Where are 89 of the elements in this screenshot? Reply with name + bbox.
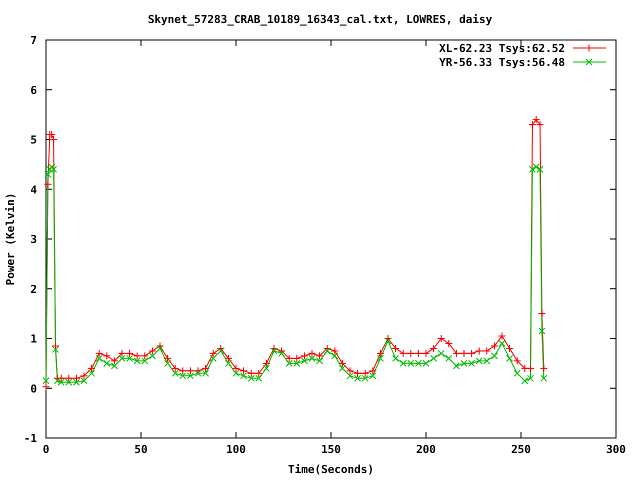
plus-marker — [254, 369, 263, 378]
x-tick-label: 50 — [134, 443, 148, 456]
plus-marker — [482, 346, 491, 355]
cross-marker — [224, 360, 232, 367]
plus-marker — [444, 339, 453, 348]
cross-marker — [384, 338, 392, 344]
y-tick-label: 6 — [30, 84, 37, 97]
x-axis-label: Time(Seconds) — [288, 463, 374, 476]
x-tick-label: 300 — [606, 443, 626, 456]
plus-marker — [528, 120, 536, 129]
plus-marker — [88, 364, 96, 372]
plus-marker — [52, 342, 60, 350]
cross-marker — [498, 340, 506, 347]
plus-marker — [338, 359, 346, 368]
legend-label: YR-56.33 Tsys:56.48 — [439, 56, 565, 69]
y-tick-label: 0 — [30, 382, 37, 396]
plus-marker — [64, 374, 73, 382]
plus-marker — [316, 352, 324, 360]
plus-marker — [300, 352, 308, 360]
plus-marker — [57, 374, 66, 382]
plus-marker — [209, 349, 218, 358]
y-tick-label: 1 — [30, 332, 37, 346]
legend-label: XL-62.23 Tsys:62.52 — [439, 42, 565, 55]
plus-marker — [513, 356, 522, 365]
plus-marker — [262, 359, 270, 368]
plus-marker — [278, 346, 286, 355]
plus-marker — [178, 366, 187, 375]
x-tick-label: 250 — [511, 443, 531, 456]
plus-marker — [532, 116, 540, 124]
cross-marker — [52, 346, 59, 353]
plus-marker — [376, 349, 384, 358]
x-tick-label: 200 — [416, 443, 436, 456]
cross-marker — [506, 354, 514, 362]
plus-marker — [452, 349, 460, 358]
plus-marker — [475, 346, 484, 355]
plus-marker — [126, 349, 134, 358]
plus-marker — [361, 369, 370, 378]
y-tick-label: 7 — [30, 34, 37, 47]
y-tick-label: 2 — [30, 282, 37, 296]
plus-marker — [133, 352, 142, 360]
plus-marker — [240, 366, 248, 375]
plus-marker — [171, 364, 180, 372]
plus-marker — [216, 344, 225, 352]
plus-marker — [224, 354, 232, 362]
y-tick-label: 4 — [30, 183, 37, 196]
chart-title: Skynet_57283_CRAB_10189_16343_cal.txt, LOWRES, daisy — [148, 13, 492, 26]
plus-marker — [140, 352, 149, 360]
cross-marker — [42, 377, 50, 384]
plus-marker — [285, 354, 294, 362]
plus-marker — [247, 369, 256, 378]
plus-marker — [292, 354, 301, 362]
plus-marker — [538, 310, 546, 318]
plus-marker — [392, 344, 400, 352]
cross-marker — [538, 328, 546, 335]
plus-marker — [330, 346, 339, 355]
plus-marker — [186, 366, 194, 375]
y-axis-label: Power (Kelvin) — [4, 192, 17, 286]
plus-marker — [323, 344, 332, 352]
plus-marker — [202, 364, 210, 372]
plus-marker — [95, 349, 104, 358]
plus-marker — [490, 342, 498, 350]
y-tick-label: -1 — [24, 432, 37, 445]
plus-marker — [148, 346, 156, 355]
cross-marker — [164, 360, 172, 367]
y-tick-label: 3 — [30, 233, 37, 246]
cross-marker — [540, 374, 548, 382]
x-tick-label: 100 — [226, 443, 246, 456]
plus-marker — [414, 349, 422, 358]
plus-marker — [164, 354, 172, 362]
plus-marker — [430, 344, 438, 352]
plus-marker — [468, 349, 476, 358]
x-tick-label: 0 — [42, 443, 50, 456]
plus-marker — [354, 369, 362, 378]
plus-marker — [72, 374, 80, 382]
plus-marker — [102, 352, 111, 360]
plus-marker — [384, 334, 392, 342]
x-tick-label: 150 — [321, 443, 341, 456]
y-tick-label: 5 — [30, 134, 37, 146]
plus-marker — [399, 349, 408, 358]
plus-marker — [44, 180, 52, 188]
plus-marker — [506, 344, 514, 352]
cross-marker — [376, 354, 384, 362]
plus-marker — [42, 382, 50, 391]
cross-marker — [262, 364, 270, 372]
plus-marker — [406, 349, 415, 358]
plus-marker — [110, 356, 118, 365]
plus-marker — [368, 366, 377, 375]
plus-marker — [540, 364, 548, 372]
plus-marker — [520, 364, 529, 372]
